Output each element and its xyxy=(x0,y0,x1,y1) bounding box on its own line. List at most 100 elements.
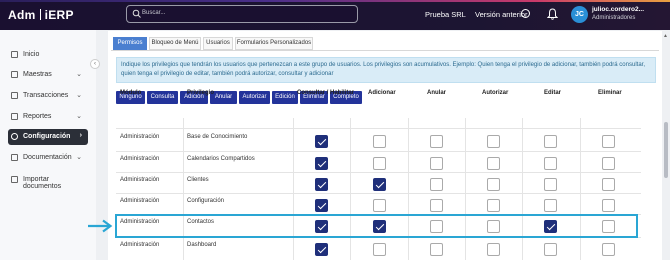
row-module: Administración xyxy=(120,242,160,248)
sidebar-item-transacciones[interactable]: Transacciones ⌄ xyxy=(8,88,88,104)
tab-divider xyxy=(111,50,659,51)
app-logo[interactable]: Adm iERP xyxy=(8,8,74,22)
col-privilegio: Privilegio xyxy=(187,90,215,96)
sidebar-item-importar[interactable]: Importar documentos xyxy=(8,172,88,190)
sidebar-item-documentacion[interactable]: Documentación ⌄ xyxy=(8,150,88,166)
sidebar-item-inicio[interactable]: Inicio xyxy=(8,47,88,63)
editar-checkbox[interactable] xyxy=(544,135,557,148)
chevron-down-icon: ⌄ xyxy=(76,92,82,99)
consultar-checkbox[interactable] xyxy=(315,199,328,212)
adicionar-checkbox[interactable] xyxy=(373,199,386,212)
col-adicionar: Adicionar xyxy=(368,90,396,96)
sidebar-item-reportes[interactable]: Reportes ⌄ xyxy=(8,109,88,125)
chevron-down-icon: ⌄ xyxy=(76,113,82,120)
transfer-icon xyxy=(11,92,18,99)
user-name[interactable]: julioc.cordero2... xyxy=(592,6,644,13)
bell-icon[interactable] xyxy=(547,8,558,20)
consultar-checkbox[interactable] xyxy=(315,135,328,148)
row-module: Administración xyxy=(120,134,160,140)
adicionar-checkbox[interactable] xyxy=(373,135,386,148)
row-module: Administración xyxy=(120,156,160,162)
document-icon xyxy=(11,71,18,78)
sidebar-item-configuracion[interactable]: Configuración › xyxy=(8,129,88,145)
row-module: Administración xyxy=(120,177,160,183)
col-editar: Editar xyxy=(544,90,562,96)
col-consultar: Consultar / Habilitar xyxy=(297,90,355,96)
search-icon xyxy=(132,9,141,18)
book-icon xyxy=(11,154,18,161)
gear-icon xyxy=(11,133,18,140)
highlight-box xyxy=(115,214,638,238)
col-modulo: Módulo xyxy=(120,90,142,96)
sidebar xyxy=(0,30,96,260)
tab-bloqueo-menu[interactable]: Bloqueo de Menú xyxy=(149,37,201,50)
autorizar-checkbox[interactable] xyxy=(487,243,500,256)
eliminar-checkbox[interactable] xyxy=(602,178,615,191)
logo-text-left: Adm xyxy=(8,8,36,22)
chevron-down-icon: ⌄ xyxy=(76,71,82,78)
scroll-up-icon[interactable]: ▲ xyxy=(663,33,668,39)
previous-version-icon[interactable] xyxy=(521,9,530,18)
adicionar-checkbox[interactable] xyxy=(373,243,386,256)
autorizar-checkbox[interactable] xyxy=(487,178,500,191)
autorizar-checkbox[interactable] xyxy=(487,199,500,212)
eliminar-checkbox[interactable] xyxy=(602,157,615,170)
chevron-down-icon: ⌄ xyxy=(76,154,82,161)
report-icon xyxy=(11,113,18,120)
tab-usuarios[interactable]: Usuarios xyxy=(203,37,233,50)
autorizar-checkbox[interactable] xyxy=(487,135,500,148)
home-icon xyxy=(11,51,18,58)
editar-checkbox[interactable] xyxy=(544,199,557,212)
editar-checkbox[interactable] xyxy=(544,178,557,191)
row-module: Administración xyxy=(120,198,160,204)
row-privilege: Dashboard xyxy=(187,242,217,248)
row-divider xyxy=(116,128,641,129)
row-privilege: Calendarios Compartidos xyxy=(187,156,255,162)
eliminar-checkbox[interactable] xyxy=(602,199,615,212)
sidebar-item-label: Maestras xyxy=(23,71,52,78)
search-input[interactable]: Buscar... xyxy=(126,5,358,23)
info-alert: Indique los privilegios que tendrán los … xyxy=(116,57,656,83)
row-privilege: Configuración xyxy=(187,198,225,204)
eliminar-checkbox[interactable] xyxy=(602,135,615,148)
anular-checkbox[interactable] xyxy=(430,157,443,170)
adicionar-checkbox[interactable] xyxy=(373,157,386,170)
consultar-checkbox[interactable] xyxy=(315,243,328,256)
sidebar-item-label: Transacciones xyxy=(23,92,69,99)
anular-checkbox[interactable] xyxy=(430,135,443,148)
tab-formularios[interactable]: Formularios Personalizados xyxy=(235,37,313,50)
col-anular: Anular xyxy=(427,90,447,96)
editar-checkbox[interactable] xyxy=(544,157,557,170)
sidebar-item-label: Reportes xyxy=(23,113,52,120)
scrollbar-thumb[interactable] xyxy=(664,122,668,178)
adicionar-checkbox[interactable] xyxy=(373,178,386,191)
row-privilege: Base de Conocimiento xyxy=(187,134,248,140)
chevron-right-icon: › xyxy=(79,132,82,139)
previous-version-link[interactable]: Versión anterior xyxy=(475,10,528,19)
sidebar-item-maestras[interactable]: Maestras ⌄ xyxy=(8,67,88,83)
anular-checkbox[interactable] xyxy=(430,178,443,191)
logo-separator xyxy=(39,9,41,20)
eliminar-checkbox[interactable] xyxy=(602,243,615,256)
col-eliminar: Eliminar xyxy=(598,90,622,96)
top-bar-accent xyxy=(0,0,670,2)
sidebar-item-label: Documentación xyxy=(23,154,72,161)
tab-permisos[interactable]: Permisos xyxy=(113,37,147,50)
table-header: Módulo Privilegio Consultar / Habilitar … xyxy=(116,89,641,99)
sidebar-collapse-button[interactable]: ‹ xyxy=(90,59,100,69)
anular-checkbox[interactable] xyxy=(430,243,443,256)
folder-icon xyxy=(11,176,18,183)
logo-text-right: iERP xyxy=(44,8,74,22)
user-role: Administradores xyxy=(592,15,636,21)
consultar-checkbox[interactable] xyxy=(315,178,328,191)
sidebar-item-label: Importar documentos xyxy=(23,176,62,190)
sidebar-item-label: Inicio xyxy=(23,51,40,58)
avatar[interactable]: JC xyxy=(571,6,588,23)
company-selector[interactable]: Prueba SRL xyxy=(425,10,466,19)
consultar-checkbox[interactable] xyxy=(315,157,328,170)
sidebar-item-label: Configuración xyxy=(23,133,71,140)
anular-checkbox[interactable] xyxy=(430,199,443,212)
col-autorizar: Autorizar xyxy=(482,90,509,96)
editar-checkbox[interactable] xyxy=(544,243,557,256)
autorizar-checkbox[interactable] xyxy=(487,157,500,170)
